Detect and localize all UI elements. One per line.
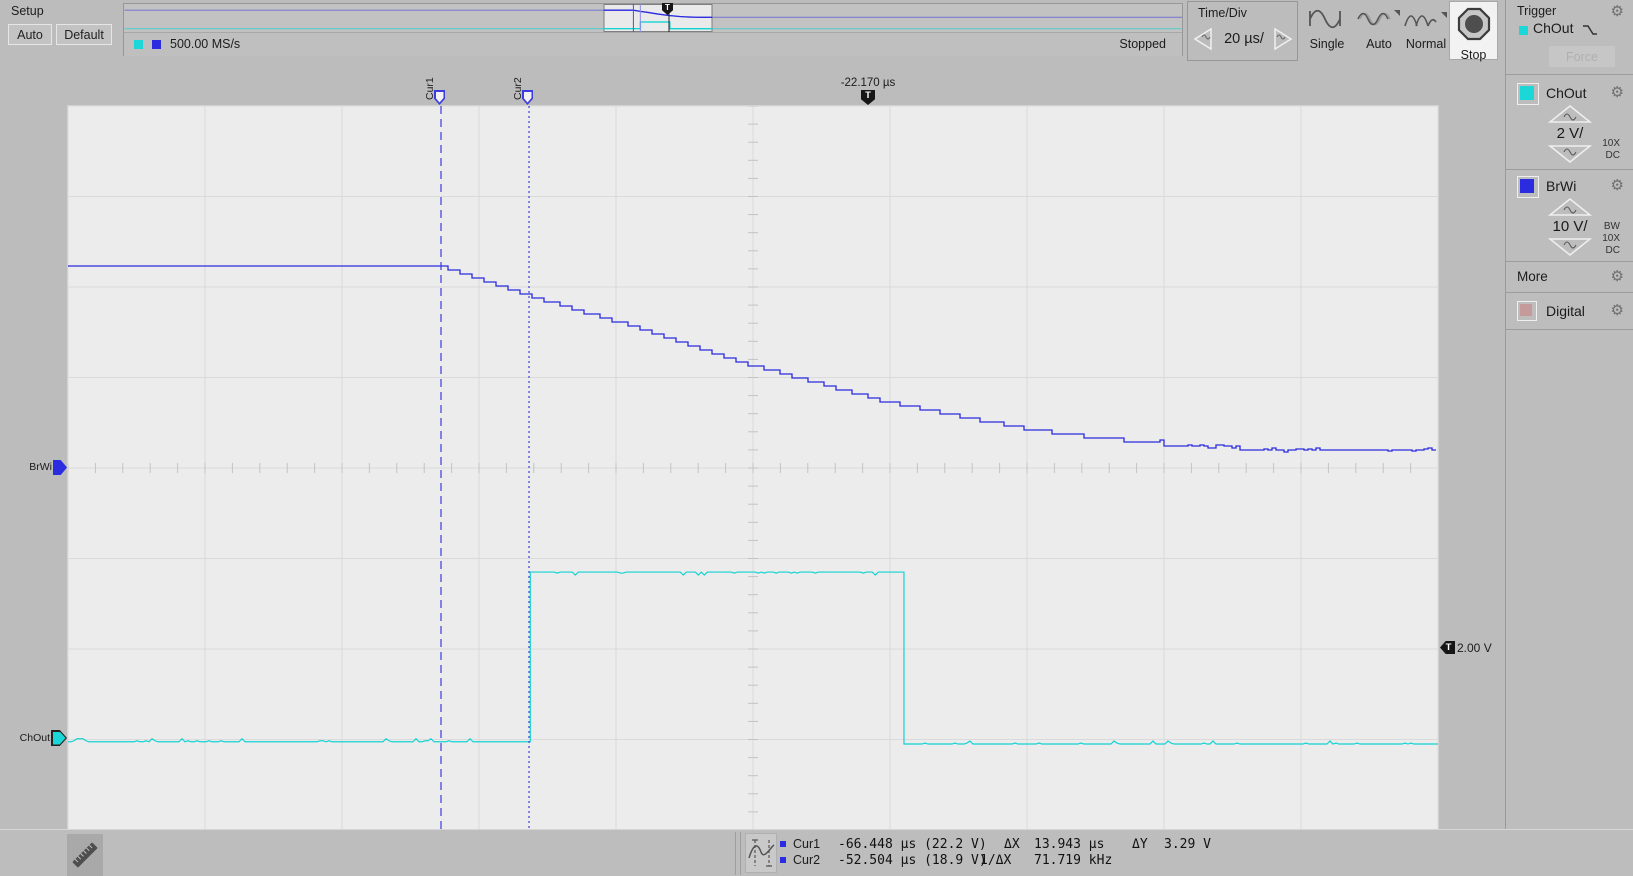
normal-trigger-button[interactable]: Normal — [1402, 6, 1450, 56]
force-trigger-button[interactable]: Force — [1548, 45, 1616, 68]
brwi-color-key — [152, 40, 161, 49]
brwi-probe-badge: 10X — [1602, 233, 1620, 244]
more-section[interactable]: More ⚙ — [1506, 262, 1633, 293]
waveform-plot — [68, 106, 1438, 830]
normal-icon — [1403, 6, 1449, 32]
brwi-bw-badge: BW — [1604, 221, 1620, 232]
oscilloscope-app: Setup Auto Default 500.00 MS/s Stopped T… — [0, 0, 1633, 876]
brwi-color-swatch — [1520, 179, 1534, 193]
cursor-measure-icon — [746, 834, 776, 872]
next-timebase-icon — [1270, 24, 1296, 54]
dx-label: ΔX — [1004, 837, 1020, 852]
chout-enable-checkbox[interactable] — [1517, 83, 1539, 105]
cursor2-flag-icon[interactable] — [522, 90, 533, 105]
single-button[interactable]: Single — [1300, 6, 1354, 56]
acquisition-status: Stopped — [1119, 37, 1166, 51]
chout-ground-marker-icon[interactable] — [51, 730, 67, 746]
brwi-ground-label: BrWi — [18, 461, 52, 473]
chout-ground-label: ChOut — [10, 732, 50, 744]
setup-panel: Setup Auto Default — [0, 0, 120, 56]
digital-enable-checkbox[interactable] — [1517, 301, 1537, 321]
stop-button[interactable]: Stop — [1449, 1, 1498, 60]
dx-value: 13.943 µs — [1034, 837, 1104, 852]
chout-scale-down-button[interactable] — [1548, 144, 1592, 169]
chout-coupling-badge: DC — [1606, 150, 1620, 161]
single-label: Single — [1300, 37, 1354, 51]
normal-label: Normal — [1402, 37, 1450, 51]
timebase-decrease-button[interactable] — [1190, 24, 1216, 54]
brwi-channel-name[interactable]: BrWi — [1546, 178, 1576, 194]
right-panel: Trigger ⚙ ChOut Force ChOut ⚙ 2 V/ — [1505, 0, 1633, 876]
stop-icon — [1455, 5, 1493, 43]
brwi-enable-checkbox[interactable] — [1517, 176, 1539, 198]
bottom-bar: Cur1 -66.448 µs (22.2 V) ΔX 13.943 µs ΔY… — [0, 829, 1633, 876]
cur1-name: Cur1 — [793, 837, 820, 851]
brwi-channel-section: BrWi ⚙ 10 V/ BW 10X DC — [1506, 170, 1633, 262]
invdx-value: 71.719 kHz — [1034, 853, 1112, 868]
chout-channel-section: ChOut ⚙ 2 V/ 10X DC — [1506, 75, 1633, 170]
divider — [740, 832, 741, 875]
trigger-gear-icon[interactable]: ⚙ — [1611, 4, 1624, 19]
trigger-time-label: -22.170 µs — [820, 77, 916, 89]
invdx-label: 1/ΔX — [980, 853, 1011, 868]
more-label: More — [1517, 269, 1548, 284]
trigger-time-badge-icon[interactable]: T — [861, 90, 875, 105]
auto-setup-button[interactable]: Auto — [8, 24, 52, 45]
waveform-plot-area[interactable] — [67, 105, 1439, 831]
timebase-value[interactable]: 20 µs/ — [1218, 31, 1270, 47]
divider — [735, 832, 736, 875]
acquisition-overview[interactable]: 500.00 MS/s Stopped — [123, 3, 1183, 56]
cursor2-bullet — [780, 857, 786, 863]
timebase-label: Time/Div — [1198, 6, 1247, 20]
cur2-name: Cur2 — [793, 853, 820, 867]
brwi-scale-down-button[interactable] — [1548, 237, 1592, 262]
down-arrow-icon — [1548, 144, 1592, 164]
falling-edge-icon — [1581, 23, 1599, 37]
default-setup-button[interactable]: Default — [56, 24, 112, 45]
chout-probe-badge: 10X — [1602, 138, 1620, 149]
trigger-section: Trigger ⚙ ChOut Force — [1506, 0, 1633, 75]
digital-label: Digital — [1546, 303, 1585, 319]
stop-label: Stop — [1450, 48, 1497, 62]
ruler-tool-button[interactable] — [67, 834, 103, 876]
prev-timebase-icon — [1190, 24, 1216, 54]
chout-gear-icon[interactable]: ⚙ — [1611, 85, 1624, 100]
sample-rate: 500.00 MS/s — [170, 37, 240, 51]
brwi-gear-icon[interactable]: ⚙ — [1611, 178, 1624, 193]
chout-channel-name[interactable]: ChOut — [1546, 85, 1586, 101]
up-arrow-icon — [1548, 197, 1592, 217]
up-arrow-icon — [1548, 104, 1592, 124]
overview-minimap[interactable] — [124, 4, 1182, 32]
digital-section[interactable]: Digital ⚙ — [1506, 293, 1633, 330]
cur2-readout: -52.504 µs (18.9 V) — [838, 853, 987, 868]
trigger-level-value: 2.00 V — [1457, 641, 1492, 655]
setup-title: Setup — [11, 4, 44, 18]
cur1-readout: -66.448 µs (22.2 V) — [838, 837, 987, 852]
cursor-readout-button[interactable] — [745, 833, 777, 873]
dy-label: ΔY — [1132, 837, 1148, 852]
brwi-coupling-badge: DC — [1606, 245, 1620, 256]
chout-color-swatch — [1520, 86, 1534, 100]
ruler-icon — [70, 840, 100, 870]
trigger-level-badge-icon[interactable]: T — [1440, 641, 1455, 654]
trigger-source-swatch — [1519, 26, 1528, 35]
timebase-panel: Time/Div 20 µs/ — [1187, 1, 1298, 61]
auto-trigger-button[interactable]: Auto — [1356, 6, 1402, 56]
cursor1-bullet — [780, 841, 786, 847]
single-icon — [1304, 6, 1350, 32]
dy-value: 3.29 V — [1164, 837, 1211, 852]
auto-icon — [1356, 6, 1402, 32]
down-arrow-icon — [1548, 237, 1592, 257]
cursor1-flag-icon[interactable] — [434, 90, 445, 105]
digital-gear-icon[interactable]: ⚙ — [1611, 303, 1624, 318]
auto-label: Auto — [1356, 37, 1402, 51]
digital-color-swatch — [1520, 304, 1532, 316]
chout-color-key — [134, 40, 143, 49]
more-gear-icon[interactable]: ⚙ — [1611, 269, 1624, 284]
trigger-source[interactable]: ChOut — [1533, 20, 1573, 36]
trigger-title: Trigger — [1517, 4, 1556, 18]
timebase-increase-button[interactable] — [1270, 24, 1296, 54]
brwi-ground-marker-icon[interactable] — [53, 460, 67, 475]
